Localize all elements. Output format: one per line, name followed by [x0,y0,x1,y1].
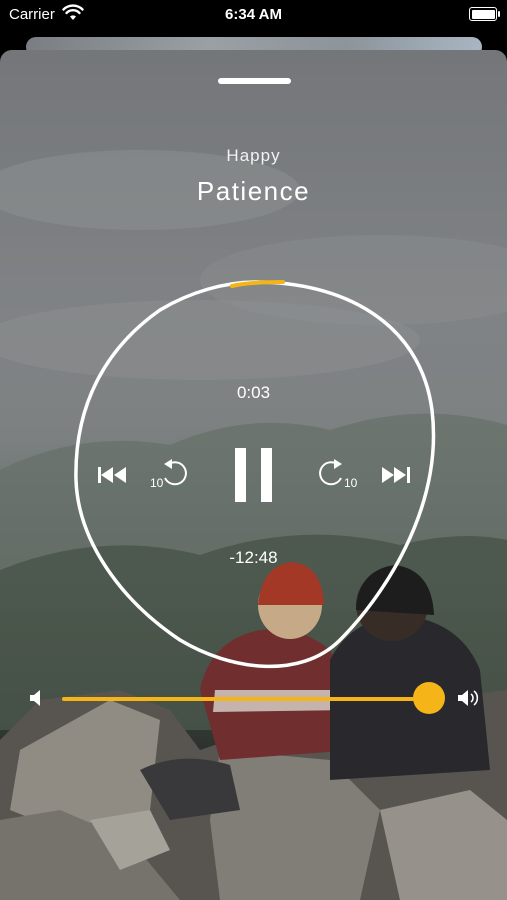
elapsed-time: 0:03 [236,383,271,402]
pause-button[interactable] [234,448,274,502]
skip-forward-label: 10 [344,476,358,490]
skip-back-label: 10 [150,476,164,490]
previous-track-button[interactable] [98,466,128,484]
track-category: Happy [226,146,281,165]
remaining-time: -12:48 [229,548,278,567]
volume-slider-thumb[interactable] [413,682,445,714]
previous-track-icon [98,467,126,483]
sheet-grabber[interactable] [218,78,291,84]
next-track-icon [382,467,410,483]
skip-forward-button[interactable]: 10 [318,456,360,492]
skip-forward-10-icon [319,459,342,486]
clock: 6:34 AM [225,6,282,23]
volume-low-icon [30,690,40,706]
next-track-button[interactable] [380,466,410,484]
volume-slider-track[interactable] [62,697,430,701]
battery-icon [469,7,500,21]
skip-back-button[interactable]: 10 [150,456,190,492]
pause-icon [235,448,272,502]
volume-high-icon [458,690,479,706]
skip-back-10-icon [164,459,187,486]
track-title: Patience [196,176,311,206]
status-bar: Carrier 6:34 AM [0,0,507,30]
